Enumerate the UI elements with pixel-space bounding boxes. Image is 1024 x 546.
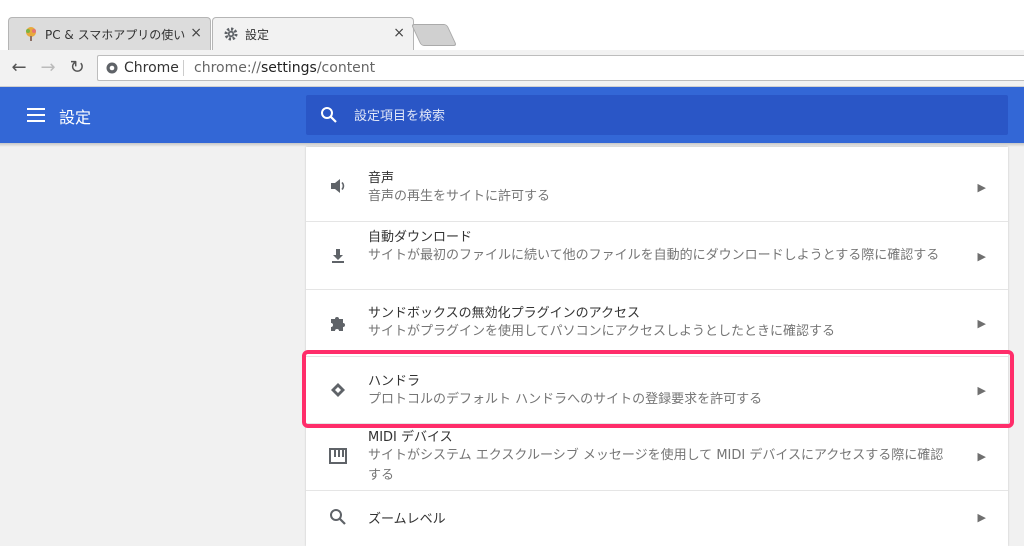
chevron-right-icon: ▶ (977, 250, 986, 263)
gear-icon (224, 27, 238, 41)
settings-header: 設定 (0, 87, 1024, 143)
page-title: 設定 (59, 108, 92, 127)
omnibox-divider (183, 60, 184, 76)
chevron-right-icon: ▶ (977, 511, 986, 524)
close-tab-icon[interactable]: × (393, 25, 405, 41)
tab-settings[interactable]: 設定 × (212, 17, 414, 50)
settings-search[interactable] (306, 95, 1008, 137)
setting-label: サンドボックスの無効化プラグインのアクセス (368, 306, 640, 321)
list-item-sound[interactable]: 音声 音声の再生をサイトに許可する ▶ (306, 147, 1008, 221)
setting-description: サイトがプラグインを使用してパソコンにアクセスしようとしたときに確認する (368, 324, 835, 339)
menu-icon[interactable] (27, 108, 45, 122)
tab-pc-app[interactable]: PC & スマホアプリの使い方 × (8, 17, 211, 50)
list-item-zoom-levels[interactable]: ズームレベル ▶ (306, 490, 1008, 546)
list-item-unsandboxed-plugins[interactable]: サンドボックスの無効化プラグインのアクセス サイトがプラグインを使用してパソコン… (306, 289, 1008, 356)
speaker-icon (331, 179, 345, 193)
content-settings-card: 音声 音声の再生をサイトに許可する ▶ 自動ダウンロード サイトが最初のファイル… (306, 147, 1008, 546)
midi-icon (329, 448, 347, 464)
search-icon (321, 107, 337, 123)
puzzle-icon (331, 317, 345, 331)
back-button[interactable]: ← (9, 58, 29, 78)
setting-description: 音声の再生をサイトに許可する (368, 189, 551, 204)
tab-strip: PC & スマホアプリの使い方 × 設定 × (0, 0, 1024, 50)
download-icon (332, 249, 344, 263)
browser-toolbar: ← → ↻ Chrome chrome://settings/content (0, 50, 1024, 87)
chevron-right-icon: ▶ (977, 181, 986, 194)
close-tab-icon[interactable]: × (190, 25, 202, 41)
search-icon (330, 509, 346, 525)
chrome-icon (106, 62, 118, 74)
forward-button[interactable]: → (38, 58, 58, 78)
setting-description: サイトが最初のファイルに続いて他のファイルを自動的にダウンロードしようとする際に… (368, 248, 940, 263)
setting-label: MIDI デバイス (368, 430, 453, 445)
chevron-right-icon: ▶ (977, 317, 986, 330)
omnibox-url: chrome://settings/content (194, 60, 376, 76)
omnibox-scheme-label: Chrome (124, 60, 179, 76)
tab-title: 設定 (245, 28, 270, 42)
new-tab-button[interactable] (410, 24, 458, 46)
address-bar[interactable]: Chrome chrome://settings/content (97, 55, 1024, 81)
search-input[interactable] (352, 95, 996, 137)
list-item-midi-devices[interactable]: MIDI デバイス サイトがシステム エクスクルーシブ メッセージを使用して M… (306, 423, 1008, 490)
setting-label: ズームレベル (368, 512, 446, 527)
setting-description: サイトがシステム エクスクルーシブ メッセージを使用して MIDI デバイスにア… (368, 448, 944, 483)
list-item-auto-download[interactable]: 自動ダウンロード サイトが最初のファイルに続いて他のファイルを自動的にダウンロー… (306, 221, 1008, 289)
tree-favicon-icon (26, 27, 36, 41)
chevron-right-icon: ▶ (977, 450, 986, 463)
reload-button[interactable]: ↻ (67, 58, 87, 78)
highlight-annotation (302, 350, 1014, 428)
tab-title: PC & スマホアプリの使い方 (45, 28, 185, 42)
setting-label: 自動ダウンロード (368, 230, 473, 245)
setting-label: 音声 (368, 171, 395, 186)
